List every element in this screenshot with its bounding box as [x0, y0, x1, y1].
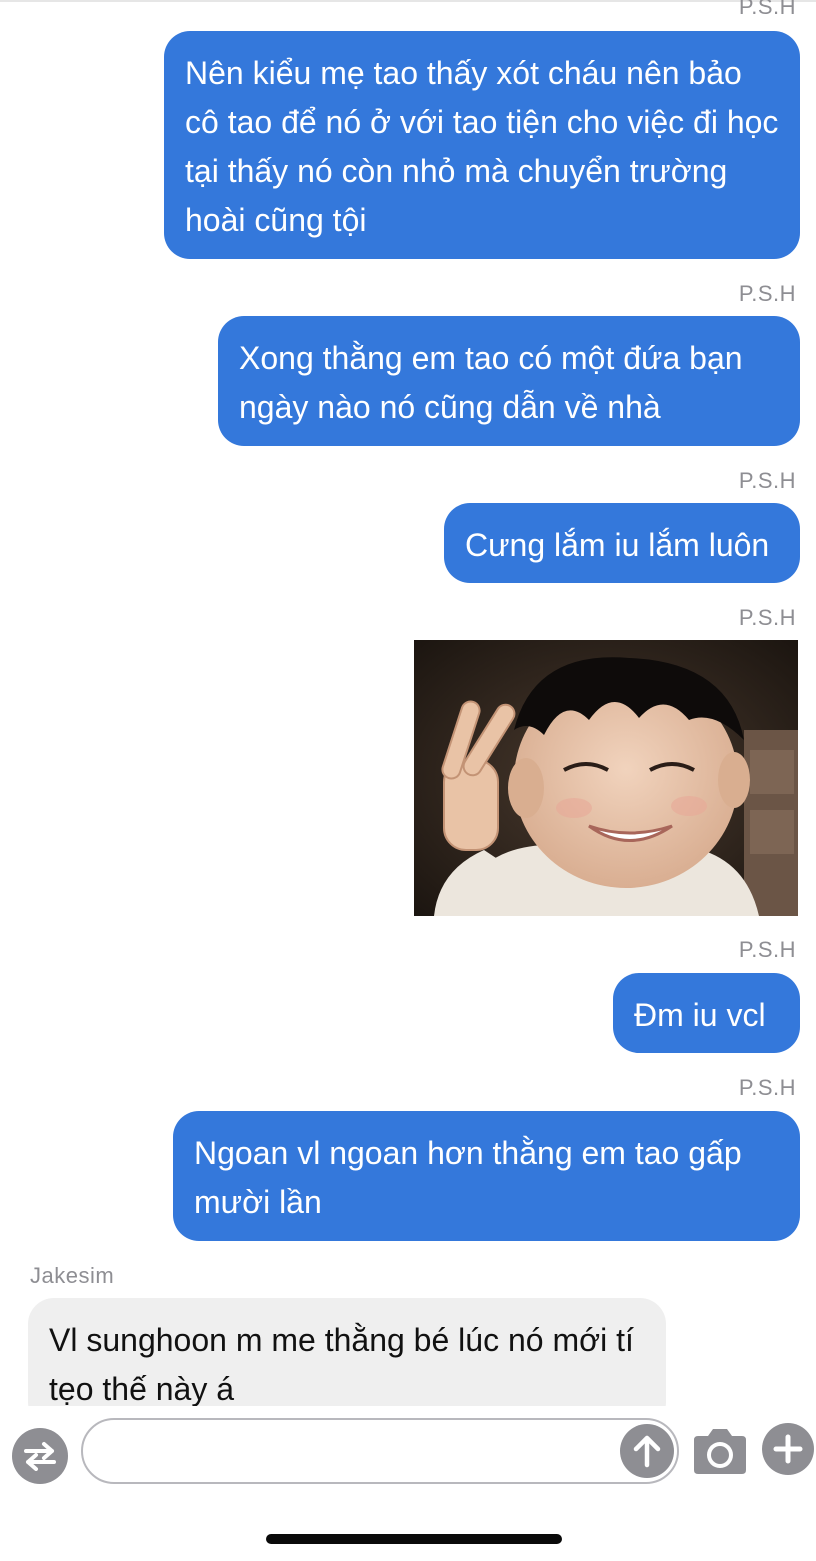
message-input[interactable] [81, 1418, 679, 1484]
top-divider [0, 0, 816, 2]
photo-illustration [414, 640, 798, 916]
sender-label: P.S.H [738, 1075, 796, 1100]
child-peace-sign-photo[interactable] [414, 640, 798, 916]
outgoing-message-bubble[interactable]: Xong thằng em tao có một đứa bạn ngày nà… [218, 316, 800, 446]
home-indicator[interactable] [266, 1534, 562, 1544]
sender-label: P.S.H [738, 937, 796, 962]
arrow-up-icon[interactable] [620, 1424, 674, 1478]
chat-screen: P.S.H Nên kiểu mẹ tao thấy xót cháu nên … [0, 0, 816, 1561]
sender-label: P.S.H [738, 281, 796, 306]
plus-icon[interactable] [762, 1423, 814, 1475]
outgoing-message-bubble[interactable]: Nên kiểu mẹ tao thấy xót cháu nên bảo cô… [164, 31, 800, 259]
sender-label: P.S.H [738, 468, 796, 493]
outgoing-message-bubble[interactable]: Đm iu vcl [613, 973, 800, 1053]
sender-label: P.S.H [738, 0, 796, 19]
swap-arrows-icon[interactable] [12, 1428, 68, 1484]
outgoing-message-bubble[interactable]: Cưng lắm iu lắm luôn [444, 503, 800, 583]
sender-label: Jakesim [30, 1263, 115, 1288]
sender-label: P.S.H [738, 605, 796, 630]
camera-icon[interactable] [690, 1426, 750, 1476]
composer-bar [0, 1406, 816, 1506]
outgoing-message-bubble[interactable]: Ngoan vl ngoan hơn thằng em tao gấp mười… [173, 1111, 800, 1241]
